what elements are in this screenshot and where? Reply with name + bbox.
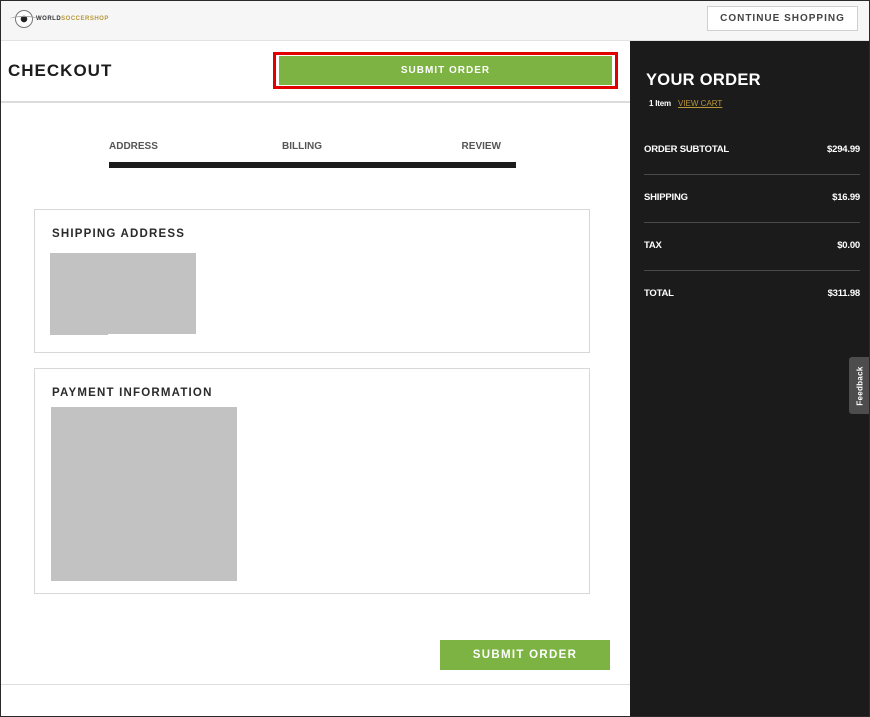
redacted-address-block	[50, 253, 196, 334]
step-review[interactable]: REVIEW	[462, 141, 501, 152]
summary-row-shipping: SHIPPING $16.99	[644, 175, 860, 223]
shipping-address-panel: SHIPPING ADDRESS	[34, 209, 590, 353]
order-summary-sidebar: YOUR ORDER 1 Item VIEW CART ORDER SUBTOT…	[630, 41, 869, 716]
redacted-payment-block	[51, 407, 237, 581]
logo-suffix: SOCCERSHOP	[61, 16, 109, 22]
checkout-header: CHECKOUT SUBMIT ORDER	[1, 41, 630, 103]
summary-value: $294.99	[827, 144, 860, 155]
submit-order-button-bottom[interactable]: SUBMIT ORDER	[440, 640, 610, 670]
item-count: 1 Item	[649, 99, 671, 108]
submit-order-button-top[interactable]: SUBMIT ORDER	[279, 56, 612, 85]
your-order-title: YOUR ORDER	[646, 71, 761, 89]
summary-row-subtotal: ORDER SUBTOTAL $294.99	[644, 127, 860, 175]
continue-shopping-button[interactable]: CONTINUE SHOPPING	[707, 6, 858, 31]
view-cart-link[interactable]: VIEW CART	[678, 99, 722, 108]
redacted-address-line	[50, 334, 108, 335]
payment-information-title: PAYMENT INFORMATION	[52, 387, 213, 399]
top-bar: WORLDSOCCERSHOP CONTINUE SHOPPING	[1, 1, 869, 41]
page-title: CHECKOUT	[8, 61, 113, 80]
summary-label: TOTAL	[644, 288, 674, 299]
checkout-steps: ADDRESS BILLING REVIEW	[109, 141, 516, 169]
payment-information-panel: PAYMENT INFORMATION	[34, 368, 590, 594]
summary-value: $16.99	[832, 192, 860, 203]
summary-label: ORDER SUBTOTAL	[644, 144, 729, 155]
summary-row-total: TOTAL $311.98	[644, 271, 860, 319]
logo-prefix: WORLD	[36, 16, 62, 22]
site-logo[interactable]: WORLDSOCCERSHOP	[10, 10, 109, 28]
checkout-page: WORLDSOCCERSHOP CONTINUE SHOPPING CHECKO…	[0, 0, 870, 717]
summary-label: SHIPPING	[644, 192, 688, 203]
shipping-address-title: SHIPPING ADDRESS	[52, 228, 186, 240]
step-billing[interactable]: BILLING	[282, 141, 322, 152]
summary-label: TAX	[644, 240, 662, 251]
soccer-ball-icon	[10, 10, 38, 28]
divider	[1, 684, 630, 685]
feedback-label: Feedback	[855, 365, 864, 406]
steps-progress-bar	[109, 162, 516, 168]
summary-value: $0.00	[837, 240, 860, 251]
summary-row-tax: TAX $0.00	[644, 223, 860, 271]
step-address[interactable]: ADDRESS	[109, 141, 158, 152]
feedback-tab[interactable]: Feedback	[849, 357, 869, 414]
logo-text: WORLDSOCCERSHOP	[36, 16, 109, 22]
summary-value: $311.98	[827, 288, 861, 299]
